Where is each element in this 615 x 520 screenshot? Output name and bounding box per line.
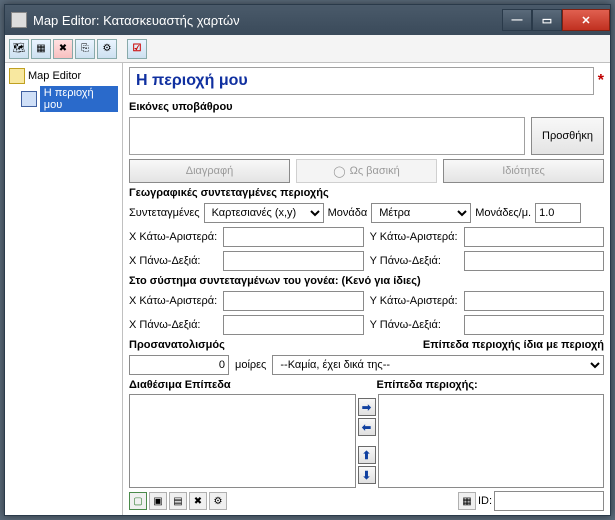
toolbar-btn-3[interactable]: ✖ xyxy=(53,39,73,59)
tree-root-label: Map Editor xyxy=(28,70,81,82)
required-marker: * xyxy=(598,72,604,90)
radio-icon: ◯ xyxy=(333,165,345,178)
bg-images-label: Εικόνες υποβάθρου xyxy=(129,101,604,113)
tree-selected-label: Η περιοχή μου xyxy=(40,86,118,112)
move-right-button[interactable]: ➡ xyxy=(358,398,376,416)
available-layers-list[interactable] xyxy=(129,394,356,488)
p-x-bl-label: X Κάτω-Αριστερά: xyxy=(129,295,217,307)
delete-bg-button[interactable]: Διαγραφή xyxy=(129,159,290,183)
y-bl-input[interactable] xyxy=(464,227,604,247)
region-layers-label: Επίπεδα περιοχής: xyxy=(357,379,605,391)
p-x-bl-input[interactable] xyxy=(223,291,363,311)
id-input[interactable] xyxy=(494,491,604,511)
tree-item-selected[interactable]: Η περιοχή μου xyxy=(7,85,120,113)
per-unit-label: Μονάδες/μ. xyxy=(475,207,531,219)
move-up-button[interactable]: ⬆ xyxy=(358,446,376,464)
id-label: ID: xyxy=(478,495,492,507)
unit-label: Μονάδα xyxy=(328,207,368,219)
p-x-tr-input[interactable] xyxy=(223,315,363,335)
y-bl-label: Y Κάτω-Αριστερά: xyxy=(370,231,458,243)
y-tr-label: Y Πάνω-Δεξιά: xyxy=(370,255,458,267)
layer-btn-3[interactable]: ▤ xyxy=(169,492,187,510)
x-tr-label: X Πάνω-Δεξιά: xyxy=(129,255,217,267)
available-layers-label: Διαθέσιμα Επίπεδα xyxy=(129,379,357,391)
p-y-bl-input[interactable] xyxy=(464,291,604,311)
tree-panel: Map Editor Η περιοχή μου xyxy=(5,63,123,515)
id-icon: ▦ xyxy=(458,492,476,510)
toolbar-btn-check[interactable]: ☑ xyxy=(127,39,147,59)
bg-properties-button[interactable]: Ιδιότητες xyxy=(443,159,604,183)
new-layer-button[interactable]: ▢ xyxy=(129,492,147,510)
toolbar-btn-4[interactable]: ⎘ xyxy=(75,39,95,59)
toolbar-btn-2[interactable]: ▦ xyxy=(31,39,51,59)
x-tr-input[interactable] xyxy=(223,251,363,271)
maximize-button[interactable]: ▭ xyxy=(532,9,562,31)
region-title-input[interactable] xyxy=(129,67,594,95)
orientation-input[interactable] xyxy=(129,355,229,375)
p-y-tr-label: Y Πάνω-Δεξιά: xyxy=(370,319,458,331)
map-icon xyxy=(9,68,25,84)
window-title: Map Editor: Κατασκευαστής χαρτών xyxy=(33,13,502,28)
toolbar-btn-1[interactable]: 🗺 xyxy=(9,39,29,59)
x-bl-input[interactable] xyxy=(223,227,363,247)
orientation-label: Προσανατολισμός xyxy=(129,339,367,351)
titlebar[interactable]: Map Editor: Κατασκευαστής χαρτών — ▭ ✕ xyxy=(5,5,610,35)
levels-same-select[interactable]: --Καμία, έχει δικά της-- xyxy=(272,355,604,375)
bg-images-list[interactable] xyxy=(129,117,525,155)
region-layers-list[interactable] xyxy=(378,394,605,488)
region-icon xyxy=(21,91,37,107)
levels-same-label: Επίπεδα περιοχής ίδια με περιοχή xyxy=(367,339,605,351)
geo-section-label: Γεωγραφικές συντεταγμένες περιοχής xyxy=(129,187,604,199)
minimize-button[interactable]: — xyxy=(502,9,532,31)
layer-btn-2[interactable]: ▣ xyxy=(149,492,167,510)
main-panel: * Εικόνες υποβάθρου Προσθήκη Διαγραφή ◯ … xyxy=(123,63,610,515)
move-left-button[interactable]: ⬅ xyxy=(358,418,376,436)
x-bl-label: X Κάτω-Αριστερά: xyxy=(129,231,217,243)
map-editor-window: Map Editor: Κατασκευαστής χαρτών — ▭ ✕ 🗺… xyxy=(4,4,611,516)
toolbar: 🗺 ▦ ✖ ⎘ ⚙ ☑ xyxy=(5,35,610,63)
per-unit-input[interactable] xyxy=(535,203,581,223)
move-down-button[interactable]: ⬇ xyxy=(358,466,376,484)
coord-system-select[interactable]: Καρτεσιανές (x,y) xyxy=(204,203,324,223)
p-x-tr-label: X Πάνω-Δεξιά: xyxy=(129,319,217,331)
add-bg-button[interactable]: Προσθήκη xyxy=(531,117,604,155)
p-y-tr-input[interactable] xyxy=(464,315,604,335)
coord-label: Συντεταγμένες xyxy=(129,207,200,219)
app-icon xyxy=(11,12,27,28)
tree-root[interactable]: Map Editor xyxy=(7,67,120,85)
parent-coords-label: Στο σύστημα συντεταγμένων του γονέα: (Κε… xyxy=(129,275,604,287)
p-y-bl-label: Y Κάτω-Αριστερά: xyxy=(370,295,458,307)
layer-btn-4[interactable]: ✖ xyxy=(189,492,207,510)
y-tr-input[interactable] xyxy=(464,251,604,271)
close-button[interactable]: ✕ xyxy=(562,9,610,31)
layer-btn-5[interactable]: ⚙ xyxy=(209,492,227,510)
unit-select[interactable]: Μέτρα xyxy=(371,203,471,223)
toolbar-btn-5[interactable]: ⚙ xyxy=(97,39,117,59)
degrees-label: μοίρες xyxy=(235,359,266,371)
as-base-option[interactable]: ◯ Ως βασική xyxy=(296,159,437,183)
as-base-label: Ως βασική xyxy=(350,165,400,177)
